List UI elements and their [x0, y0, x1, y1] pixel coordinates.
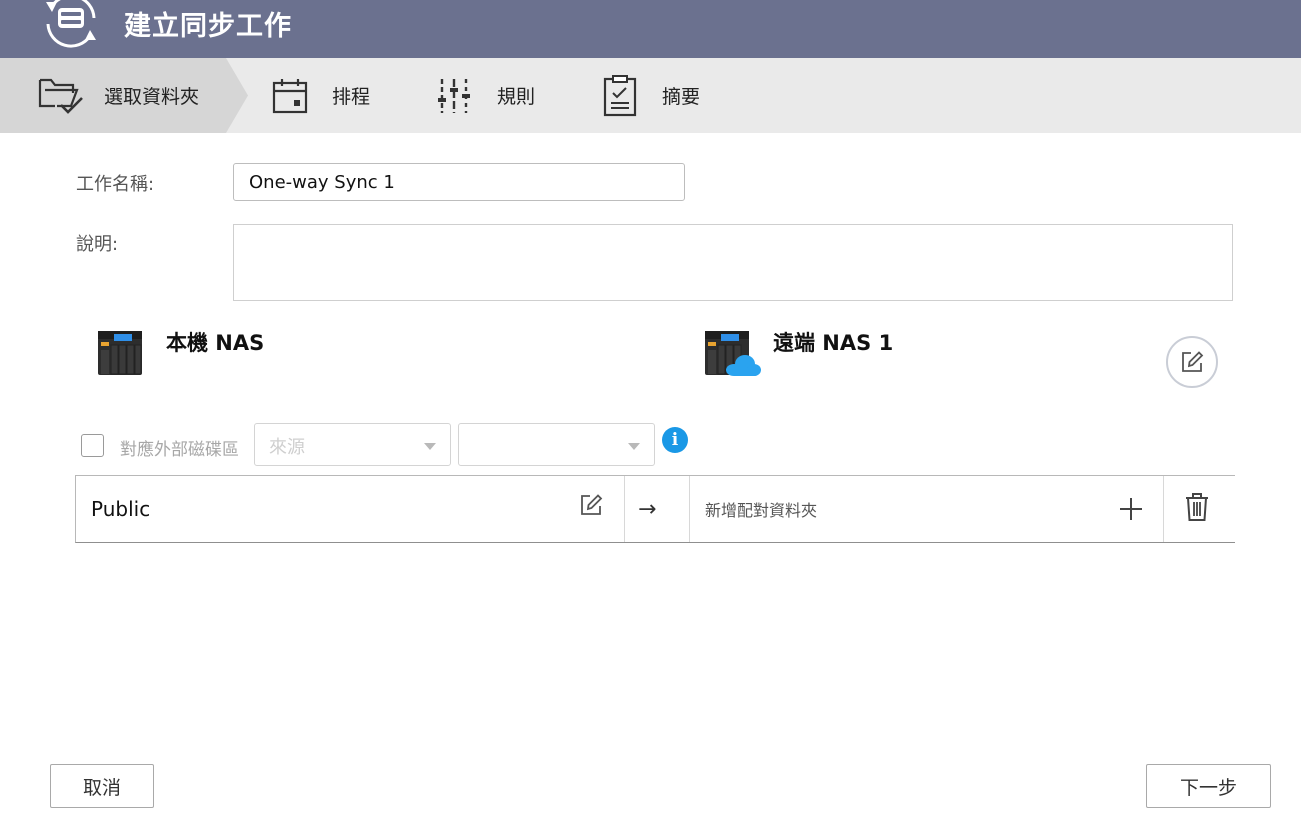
sliders-icon [438, 78, 470, 113]
external-volume-label: 對應外部磁碟區 [120, 440, 239, 460]
info-icon[interactable]: i [662, 427, 688, 453]
cancel-button[interactable]: 取消 [50, 764, 154, 808]
arrow-right-icon: → [638, 496, 657, 522]
divider [689, 476, 690, 542]
job-name-input[interactable]: One-way Sync 1 [233, 163, 685, 201]
edit-remote-button[interactable] [1166, 336, 1218, 388]
wizard-steps: 選取資料夾 排程 規則 摘要 [0, 58, 1301, 133]
step-summary[interactable]: 摘要 [600, 58, 700, 133]
folder-check-icon [38, 78, 83, 114]
next-button[interactable]: 下一步 [1146, 764, 1271, 808]
step-label: 排程 [332, 86, 371, 108]
step-label: 摘要 [662, 86, 701, 108]
add-target-folder-icon[interactable] [1118, 496, 1144, 522]
trash-icon[interactable] [1184, 492, 1210, 522]
step-schedule[interactable]: 排程 [270, 58, 370, 133]
edit-icon [1182, 351, 1204, 372]
target-folder-placeholder: 新增配對資料夾 [705, 501, 818, 520]
source-volume-placeholder: 來源 [269, 437, 305, 458]
source-folder-name: Public [91, 476, 150, 542]
local-nas-title: 本機 NAS [166, 331, 265, 355]
clipboard-icon [603, 74, 637, 116]
chevron-down-icon [424, 443, 436, 450]
external-volume-checkbox[interactable] [81, 434, 104, 457]
step-rules[interactable]: 規則 [435, 58, 535, 133]
target-volume-select[interactable] [458, 423, 655, 466]
step-label: 規則 [497, 86, 536, 108]
remote-nas-title: 遠端 NAS 1 [773, 331, 894, 355]
cloud-nas-icon [705, 331, 761, 376]
description-label: 說明: [76, 234, 119, 255]
source-folder-text: Public [91, 497, 151, 521]
description-input[interactable] [233, 224, 1233, 301]
sync-icon [46, 0, 96, 48]
job-name-label: 工作名稱: [76, 174, 155, 195]
folder-pair-row: Public → 新增配對資料夾 [75, 475, 1235, 543]
step-label: 選取資料夾 [104, 86, 200, 108]
divider [624, 476, 625, 542]
calendar-icon [272, 78, 308, 113]
step-select-folder[interactable]: 選取資料夾 [37, 58, 199, 133]
edit-source-folder-icon[interactable] [578, 492, 604, 518]
source-volume-select[interactable]: 來源 [254, 423, 451, 466]
chevron-down-icon [628, 443, 640, 450]
window-title: 建立同步工作 [124, 11, 292, 42]
title-bar: 建立同步工作 [0, 0, 1301, 58]
nas-icon [98, 331, 142, 375]
divider [1163, 476, 1164, 542]
